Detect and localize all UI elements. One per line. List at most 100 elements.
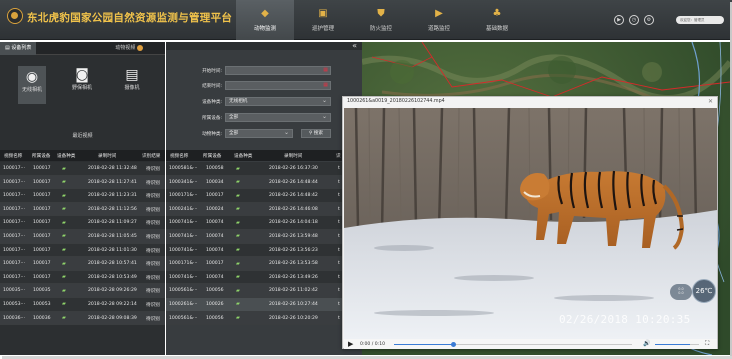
- volume-slider[interactable]: [655, 343, 699, 345]
- table-row[interactable]: 1000741&··· 100074 ▰ 2018-02-26 14:04:18 t: [166, 216, 362, 230]
- table-row[interactable]: 1000171&··· 100017 ▰ 2018-02-26 13:53:58 t: [166, 257, 362, 271]
- table-row[interactable]: 1000741&··· 100074 ▰ 2018-02-26 13:56:23 t: [166, 243, 362, 258]
- table-row[interactable]: 1000171&··· 100017 ▰ 2018-02-26 14:48:42 t: [166, 189, 362, 203]
- tab-animal-video[interactable]: 动物视频: [110, 42, 148, 55]
- table-row[interactable]: 100036··· 100036 ▰ 2018-02-28 09:08:39 待识别: [0, 311, 165, 326]
- cell-device: 100074: [206, 220, 224, 226]
- nav-item-patrol-management[interactable]: ▣ 巡护管理: [294, 0, 352, 40]
- start-time-row: 开始时间:: [166, 66, 362, 76]
- tab-label: 动物视频: [115, 45, 136, 51]
- end-time-input[interactable]: [225, 81, 331, 90]
- wireless-camera-icon: ◉: [25, 69, 39, 85]
- device-video-camera[interactable]: ▤ 摄像机: [118, 66, 146, 91]
- table-row[interactable]: 100017··· 100017 ▰ 2018-02-28 11:09:27 待识别: [0, 216, 165, 230]
- device-wildlife-camera[interactable]: ◙ 野保相机: [68, 66, 96, 91]
- collapse-icon[interactable]: «: [166, 42, 362, 50]
- col-video-name: 视频名称: [4, 153, 23, 159]
- fullscreen-icon[interactable]: ⛶: [705, 340, 709, 348]
- cell-result: 待识别: [146, 262, 160, 268]
- search-button[interactable]: ⚲ 搜索: [301, 129, 331, 138]
- cell-result: t: [338, 274, 340, 280]
- table-row[interactable]: 100017··· 100017 ▰ 2018-02-28 11:23:31 待识别: [0, 189, 165, 203]
- cell-record-time: 2018-02-28 10:53:49: [88, 274, 137, 280]
- cell-video-name: 1000561&···: [169, 288, 198, 294]
- cell-result: t: [338, 193, 340, 199]
- left-table-header: 视频名称 所属设备 设备种类 录制时间 识别结果: [0, 150, 165, 161]
- table-row[interactable]: 100035··· 100035 ▰ 2018-02-28 09:26:29 待识别: [0, 284, 165, 298]
- nav-item-animal-monitoring[interactable]: ◆ 动物监测: [236, 0, 294, 40]
- camera-type-icon: ▰: [62, 260, 66, 267]
- cell-result: t: [338, 233, 340, 239]
- cell-device: 100017: [33, 166, 51, 171]
- settings-icon[interactable]: ⚙: [644, 15, 654, 25]
- start-time-input[interactable]: [225, 66, 331, 75]
- progress-slider[interactable]: [394, 341, 632, 347]
- cell-video-name: 100017···: [3, 261, 25, 267]
- table-row[interactable]: 1000561&··· 100056 ▰ 2018-02-26 10:20:29 t: [166, 311, 362, 326]
- clock-icon[interactable]: ◷: [629, 15, 639, 25]
- progress-knob[interactable]: [451, 341, 456, 347]
- cell-video-name: 100053···: [3, 301, 25, 307]
- cell-record-time: 2018-02-28 11:32:48: [88, 166, 137, 171]
- cell-record-time: 2018-02-28 11:27:41: [88, 179, 137, 185]
- table-row[interactable]: 1000741&··· 100074 ▰ 2018-02-26 13:49:26 t: [166, 270, 362, 285]
- table-row[interactable]: 1000561&··· 100056 ▰ 2018-02-26 11:02:42 t: [166, 284, 362, 298]
- cell-device: 100053: [33, 301, 51, 307]
- table-row[interactable]: 100017··· 100017 ▰ 2018-02-28 10:53:49 待识别: [0, 270, 165, 285]
- playback-time: 0:00 / 0:10: [360, 341, 386, 347]
- cell-record-time: 2018-02-28 11:12:56: [88, 206, 137, 212]
- cell-video-name: 100017···: [3, 274, 25, 280]
- user-menu[interactable]: 欢迎您：管理员: [676, 16, 724, 24]
- camera-type-icon: ▰: [236, 192, 240, 199]
- cell-result: t: [338, 166, 340, 171]
- device-row: 所属设备: 全部: [166, 113, 362, 123]
- device-type-label: 设备种类:: [202, 100, 222, 105]
- table-row[interactable]: 100017··· 100017 ▰ 2018-02-28 11:05:45 待识别: [0, 229, 165, 244]
- table-row[interactable]: 100017··· 100017 ▰ 2018-02-28 11:01:30 待识别: [0, 243, 165, 258]
- video-title-bar: 1000261&a0019_20180226102744.mp4 ✕: [343, 97, 717, 107]
- nav-item-road-monitoring[interactable]: ▶ 道路监控: [410, 0, 468, 40]
- cell-device: 100017: [33, 206, 51, 212]
- table-row[interactable]: 100017··· 100017 ▰ 2018-02-28 11:27:41 待识别: [0, 175, 165, 190]
- col-device: 所属设备: [203, 153, 222, 159]
- cell-video-name: 1000741&···: [169, 274, 198, 280]
- camera-icon: ◙: [75, 67, 89, 83]
- table-row[interactable]: 1000341&··· 100034 ▰ 2018-02-26 14:48:44 t: [166, 175, 362, 190]
- volume-icon[interactable]: 🔊: [643, 340, 650, 347]
- table-row[interactable]: 1000241&··· 100024 ▰ 2018-02-26 14:46:08 t: [166, 202, 362, 217]
- cell-record-time: 2018-02-26 10:20:29: [269, 315, 318, 321]
- play-circle-icon[interactable]: ▶: [614, 15, 624, 25]
- species-select[interactable]: 全部: [225, 129, 293, 138]
- video-player-window: 1000261&a0019_20180226102744.mp4 ✕ 0.0 0…: [342, 96, 718, 349]
- nav-item-base-data[interactable]: ♣ 基础数据: [468, 0, 526, 40]
- cell-record-time: 2018-02-26 14:48:44: [269, 179, 318, 185]
- nav-item-label: 基础数据: [485, 26, 508, 32]
- device-type-select[interactable]: 无线相机: [225, 97, 331, 106]
- device-select[interactable]: 全部: [225, 113, 331, 122]
- device-wireless-camera[interactable]: ◉ 无线相机: [18, 66, 46, 104]
- close-icon[interactable]: ✕: [708, 97, 713, 107]
- left-tabbar: ▤ 设备列表 动物视频: [0, 42, 165, 55]
- camera-type-icon: ▰: [62, 206, 66, 213]
- cell-video-name: 1000171&···: [169, 193, 198, 199]
- video-frame[interactable]: 0.0 0.0 26℃ 02/26/2018 10:20:35: [344, 108, 717, 339]
- camera-type-icon: ▰: [236, 274, 240, 281]
- table-row[interactable]: 1000741&··· 100074 ▰ 2018-02-26 13:59:48 t: [166, 229, 362, 244]
- table-row[interactable]: 100017··· 100017 ▰ 2018-02-28 11:12:56 待识别: [0, 202, 165, 217]
- col-device-type: 设备种类: [57, 153, 76, 159]
- table-row[interactable]: 1000261&··· 100026 ▰ 2018-02-26 10:27:44 t: [166, 297, 362, 312]
- camera-type-icon: ▰: [62, 287, 66, 294]
- video-timestamp: 02/26/2018 10:20:35: [559, 313, 691, 326]
- table-row[interactable]: 100017··· 100017 ▰ 2018-02-28 11:32:48 待识别: [0, 162, 165, 176]
- play-icon[interactable]: ▶: [348, 340, 353, 348]
- table-row[interactable]: 100053··· 100053 ▰ 2018-02-28 09:22:14 待识别: [0, 297, 165, 312]
- progress-fill: [394, 343, 454, 345]
- camera-type-icon: ▰: [236, 260, 240, 267]
- data-tree-icon: ♣: [492, 8, 502, 19]
- cell-result: 待识别: [146, 221, 160, 227]
- tab-device-list[interactable]: ▤ 设备列表: [0, 42, 37, 55]
- nav-item-fire-monitoring[interactable]: ⛊ 防火监控: [352, 0, 410, 40]
- table-row[interactable]: 100017··· 100017 ▰ 2018-02-28 10:57:41 待识别: [0, 257, 165, 271]
- cell-video-name: 100036···: [3, 315, 25, 321]
- table-row[interactable]: 1000581&··· 100058 ▰ 2018-02-26 16:37:30 t: [166, 162, 362, 176]
